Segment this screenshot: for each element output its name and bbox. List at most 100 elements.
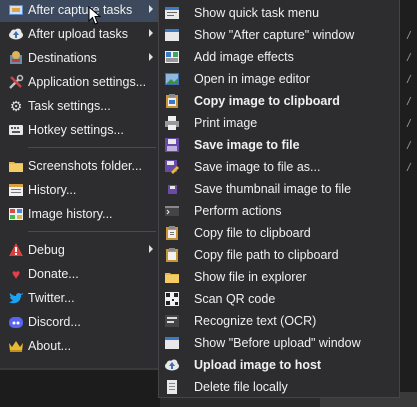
heart-icon: ♥ (11, 266, 21, 282)
submenu-item-label: Show "After capture" window (194, 28, 355, 42)
twitter-icon (8, 290, 24, 306)
menu-item-label: After capture tasks (28, 3, 133, 17)
submenu-item-label: Scan QR code (194, 292, 276, 306)
printer-icon (164, 115, 180, 131)
menu-item-history[interactable]: History... (0, 178, 159, 202)
menu-item-destinations[interactable]: Destinations (0, 46, 159, 70)
submenu-item-copy-image-to-clipboard[interactable]: Copy image to clipboard (159, 90, 399, 112)
menu-item-donate[interactable]: ♥ Donate... (0, 262, 159, 286)
save-thumbnail-icon (164, 181, 180, 197)
background-window-edge: / / / / / / / (400, 0, 417, 407)
folder-icon (8, 158, 24, 174)
submenu-item-save-image-to-file[interactable]: Save image to file (159, 134, 399, 156)
submenu-arrow-icon (149, 5, 153, 13)
background-glyph: / (406, 118, 413, 129)
submenu-item-save-thumbnail-image-to-file[interactable]: Save thumbnail image to file (159, 178, 399, 200)
qr-code-icon (164, 291, 180, 307)
submenu-item-show-before-upload-window[interactable]: Show "Before upload" window (159, 332, 399, 354)
submenu-item-label: Delete file locally (194, 380, 288, 394)
submenu-item-label: Save image to file as... (194, 160, 321, 174)
menu-item-hotkey-settings[interactable]: Hotkey settings... (0, 118, 159, 142)
copy-path-icon (164, 247, 180, 263)
menu-item-label: Task settings... (28, 99, 111, 113)
actions-icon (164, 203, 180, 219)
menu-item-label: Image history... (28, 207, 113, 221)
before-upload-window-icon (164, 335, 180, 351)
menu-item-label: Twitter... (28, 291, 75, 305)
submenu-item-add-image-effects[interactable]: Add image effects (159, 46, 399, 68)
submenu-item-label: Print image (194, 116, 258, 130)
keyboard-icon (8, 122, 24, 138)
menu-item-label: Screenshots folder... (28, 159, 142, 173)
after-capture-icon (8, 2, 24, 18)
submenu-item-open-in-image-editor[interactable]: Open in image editor (159, 68, 399, 90)
clipboard-image-icon (164, 93, 180, 109)
submenu-item-perform-actions[interactable]: Perform actions (159, 200, 399, 222)
menu-item-label: Discord... (28, 315, 81, 329)
explorer-folder-icon (164, 269, 180, 285)
menu-item-screenshots-folder[interactable]: Screenshots folder... (0, 154, 159, 178)
save-as-icon (164, 159, 180, 175)
submenu-item-label: Perform actions (194, 204, 282, 218)
menu-item-label: After upload tasks (28, 27, 129, 41)
gear-icon: ⚙ (9, 98, 23, 114)
menu-separator (28, 147, 156, 148)
ocr-icon (164, 313, 180, 329)
submenu-item-copy-file-to-clipboard[interactable]: Copy file to clipboard (159, 222, 399, 244)
destinations-icon (8, 50, 24, 66)
menu-item-after-upload-tasks[interactable]: After upload tasks (0, 22, 159, 46)
delete-file-icon (164, 379, 180, 395)
submenu-item-label: Copy file to clipboard (194, 226, 311, 240)
cloud-upload-icon (164, 357, 180, 373)
menu-item-after-capture-tasks[interactable]: After capture tasks (0, 0, 159, 22)
menu-item-image-history[interactable]: Image history... (0, 202, 159, 226)
submenu-item-save-image-to-file-as[interactable]: Save image to file as... (159, 156, 399, 178)
save-icon (164, 137, 180, 153)
submenu-item-show-file-in-explorer[interactable]: Show file in explorer (159, 266, 399, 288)
menu-item-task-settings[interactable]: ⚙ Task settings... (0, 94, 159, 118)
menu-item-twitter[interactable]: Twitter... (0, 286, 159, 310)
tray-context-menu: After capture tasks After upload tasks D… (0, 0, 160, 368)
submenu-arrow-icon (149, 245, 153, 253)
submenu-item-label: Add image effects (194, 50, 294, 64)
submenu-item-print-image[interactable]: Print image (159, 112, 399, 134)
background-glyph: / (406, 52, 413, 63)
submenu-item-label: Recognize text (OCR) (194, 314, 317, 328)
submenu-arrow-icon (149, 29, 153, 37)
menu-item-label: About... (28, 339, 72, 353)
image-effects-icon (164, 49, 180, 65)
submenu-item-label: Show "Before upload" window (194, 336, 361, 350)
copy-file-icon (164, 225, 180, 241)
submenu-item-show-after-capture-window[interactable]: Show "After capture" window (159, 24, 399, 46)
mouse-cursor-icon (88, 6, 102, 25)
cloud-upload-icon (8, 26, 24, 42)
submenu-item-scan-qr-code[interactable]: Scan QR code (159, 288, 399, 310)
menu-item-label: Destinations (28, 51, 97, 65)
menu-item-debug[interactable]: Debug (0, 238, 159, 262)
image-editor-icon (164, 71, 180, 87)
window-icon (164, 27, 180, 43)
submenu-item-label: Open in image editor (194, 72, 311, 86)
menu-item-application-settings[interactable]: Application settings... (0, 70, 159, 94)
submenu-item-upload-image-to-host[interactable]: Upload image to host (159, 354, 399, 376)
background-taskbar (0, 368, 160, 407)
menu-item-about[interactable]: About... (0, 334, 159, 358)
background-glyph: / (406, 162, 413, 173)
menu-separator (28, 231, 156, 232)
menu-item-label: Donate... (28, 267, 79, 281)
submenu-item-show-quick-task-menu[interactable]: Show quick task menu (159, 2, 399, 24)
history-icon (8, 182, 24, 198)
background-glyph: / (406, 96, 413, 107)
menu-item-label: Application settings... (28, 75, 147, 89)
background-glyph: / (406, 74, 413, 85)
submenu-item-label: Upload image to host (194, 358, 322, 372)
submenu-item-recognize-text-ocr[interactable]: Recognize text (OCR) (159, 310, 399, 332)
submenu-item-copy-file-path-to-clipboard[interactable]: Copy file path to clipboard (159, 244, 399, 266)
submenu-item-label: Copy image to clipboard (194, 94, 340, 108)
wrench-screwdriver-icon (8, 74, 24, 90)
menu-item-discord[interactable]: Discord... (0, 310, 159, 334)
submenu-item-delete-file-locally[interactable]: Delete file locally (159, 376, 399, 398)
menu-item-label: History... (28, 183, 77, 197)
quick-task-icon (164, 5, 180, 21)
submenu-item-label: Save thumbnail image to file (194, 182, 352, 196)
